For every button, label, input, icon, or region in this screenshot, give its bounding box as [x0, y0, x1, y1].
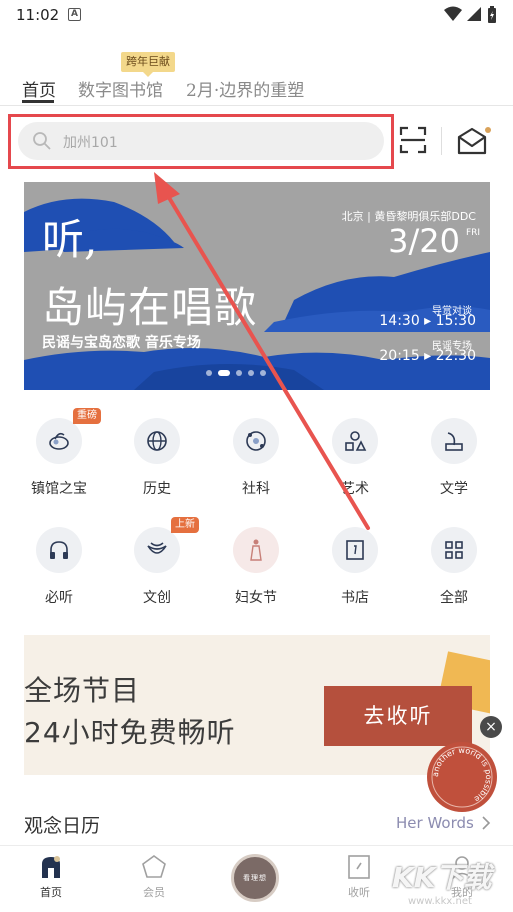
- category-icon-bg: [233, 418, 279, 464]
- category-history[interactable]: 历史: [112, 418, 202, 498]
- book-icon: [346, 540, 364, 560]
- home-icon: [42, 856, 60, 878]
- shapes-icon: [345, 431, 367, 451]
- category-icon-bg: [36, 527, 82, 573]
- carousel-dot[interactable]: [260, 370, 266, 376]
- carousel-dot[interactable]: [236, 370, 242, 376]
- nav-home[interactable]: 首页: [21, 854, 81, 900]
- category-label: 镇馆之宝: [31, 481, 87, 497]
- carousel-dot[interactable]: [218, 370, 230, 376]
- wifi-icon: [444, 6, 462, 21]
- category-social-science[interactable]: 社科: [211, 418, 301, 498]
- watermark-logo: KK下载: [392, 861, 492, 894]
- carousel-dots: [206, 370, 266, 376]
- category-badge-new: 上新: [171, 517, 199, 533]
- diamond-icon: [142, 855, 166, 878]
- tab-digital-library[interactable]: 数字图书馆: [78, 76, 163, 101]
- tab-home[interactable]: 首页: [22, 76, 56, 101]
- notification-icon: A: [68, 8, 81, 21]
- category-must-listen[interactable]: 必听: [14, 527, 104, 607]
- category-badge-featured: 重磅: [73, 408, 101, 424]
- banner-subtitle: 民谣与宝岛恋歌 音乐专场: [42, 335, 201, 351]
- top-tabs: 跨年巨献 首页 数字图书馆 2月·边界的重塑: [0, 50, 513, 106]
- globe-icon: [147, 431, 167, 451]
- banner-session2-time: 20:15 ▸ 22:30: [379, 348, 476, 364]
- nav-label: 首页: [40, 886, 62, 899]
- banner-date: 3/20: [388, 222, 460, 260]
- svg-text:another world is possible: another world is possible: [431, 746, 493, 804]
- watermark-url: www.kkx.net: [408, 896, 472, 907]
- banner-title-line1: 听,: [42, 215, 98, 264]
- nav-membership[interactable]: 会员: [124, 854, 184, 900]
- nav-label: 收听: [348, 886, 370, 899]
- floating-badge[interactable]: another world is possible: [427, 742, 497, 812]
- category-label: 文创: [143, 590, 171, 606]
- category-icon-bg: [233, 527, 279, 573]
- category-literature[interactable]: 文学: [409, 418, 499, 498]
- category-label: 全部: [440, 590, 468, 606]
- category-label: 社科: [242, 481, 270, 497]
- category-label: 艺术: [341, 481, 369, 497]
- status-bar: 11:02 A: [0, 0, 513, 32]
- nav-center-label: 看理想: [243, 874, 267, 882]
- nav-label: 会员: [143, 886, 165, 899]
- active-tab-indicator: [22, 100, 54, 103]
- search-highlight-frame: [8, 114, 394, 169]
- category-label: 必听: [45, 590, 73, 606]
- category-icon-bg: [36, 418, 82, 464]
- scan-icon[interactable]: [398, 125, 428, 155]
- tab-badge: 跨年巨献: [121, 52, 175, 77]
- category-icon-bg: [431, 527, 477, 573]
- atom-icon: [246, 431, 266, 451]
- category-icon-bg: [134, 418, 180, 464]
- quill-icon: [445, 432, 463, 451]
- carousel-dot[interactable]: [248, 370, 254, 376]
- floating-badge-ring: another world is possible: [431, 746, 493, 808]
- category-icon-bg: [332, 527, 378, 573]
- category-creative[interactable]: 上新 文创: [112, 517, 202, 607]
- tab-february-topic[interactable]: 2月·边界的重塑: [186, 76, 304, 101]
- signal-icon: [467, 7, 481, 21]
- banner-day-of-week: FRI: [466, 228, 481, 238]
- promo-line1: 全场节目: [24, 674, 141, 707]
- banner-title-line2: 岛屿在唱歌: [42, 283, 258, 332]
- listen-icon: [348, 855, 370, 879]
- section-link[interactable]: Her Words: [396, 814, 474, 832]
- banner-session1-time: 14:30 ▸ 15:30: [379, 313, 476, 329]
- nav-listen[interactable]: 收听: [329, 854, 389, 900]
- listen-now-button[interactable]: 去收听: [324, 686, 472, 746]
- category-art[interactable]: 艺术: [310, 418, 400, 498]
- category-label: 文学: [440, 481, 468, 497]
- mail-icon[interactable]: [456, 125, 492, 157]
- category-label: 书店: [341, 590, 369, 606]
- category-icon-bg: [134, 527, 180, 573]
- woman-icon: [250, 539, 262, 561]
- treasure-icon: [49, 432, 69, 450]
- promo-line2: 24小时免费畅听: [24, 716, 236, 749]
- category-icon-bg: [431, 418, 477, 464]
- category-icon-bg: [332, 418, 378, 464]
- promo-banner[interactable]: 全场节目 24小时免费畅听 去收听: [24, 635, 490, 775]
- section-title: 观念日历: [24, 815, 101, 837]
- banner-carousel[interactable]: 听, 岛屿在唱歌 民谣与宝岛恋歌 音乐专场 北京 | 黄昏黎明俱乐部DDC 3/…: [24, 182, 490, 390]
- battery-icon: [488, 6, 496, 23]
- headphones-icon: [50, 541, 68, 559]
- category-womens-day[interactable]: 妇女节: [211, 527, 301, 607]
- category-bookstore[interactable]: 书店: [310, 527, 400, 607]
- nav-center-logo[interactable]: 看理想: [231, 854, 279, 902]
- creative-icon: [147, 542, 167, 554]
- status-time: 11:02: [16, 6, 60, 24]
- category-all[interactable]: 全部: [409, 527, 499, 607]
- category-treasure[interactable]: 重磅 镇馆之宝: [14, 408, 104, 498]
- header-divider: [441, 127, 442, 155]
- float-close-button[interactable]: ×: [480, 716, 502, 738]
- grid-icon: [445, 541, 463, 559]
- carousel-dot[interactable]: [206, 370, 212, 376]
- category-label: 历史: [143, 481, 171, 497]
- category-label: 妇女节: [235, 590, 277, 606]
- chevron-right-icon[interactable]: [481, 816, 491, 830]
